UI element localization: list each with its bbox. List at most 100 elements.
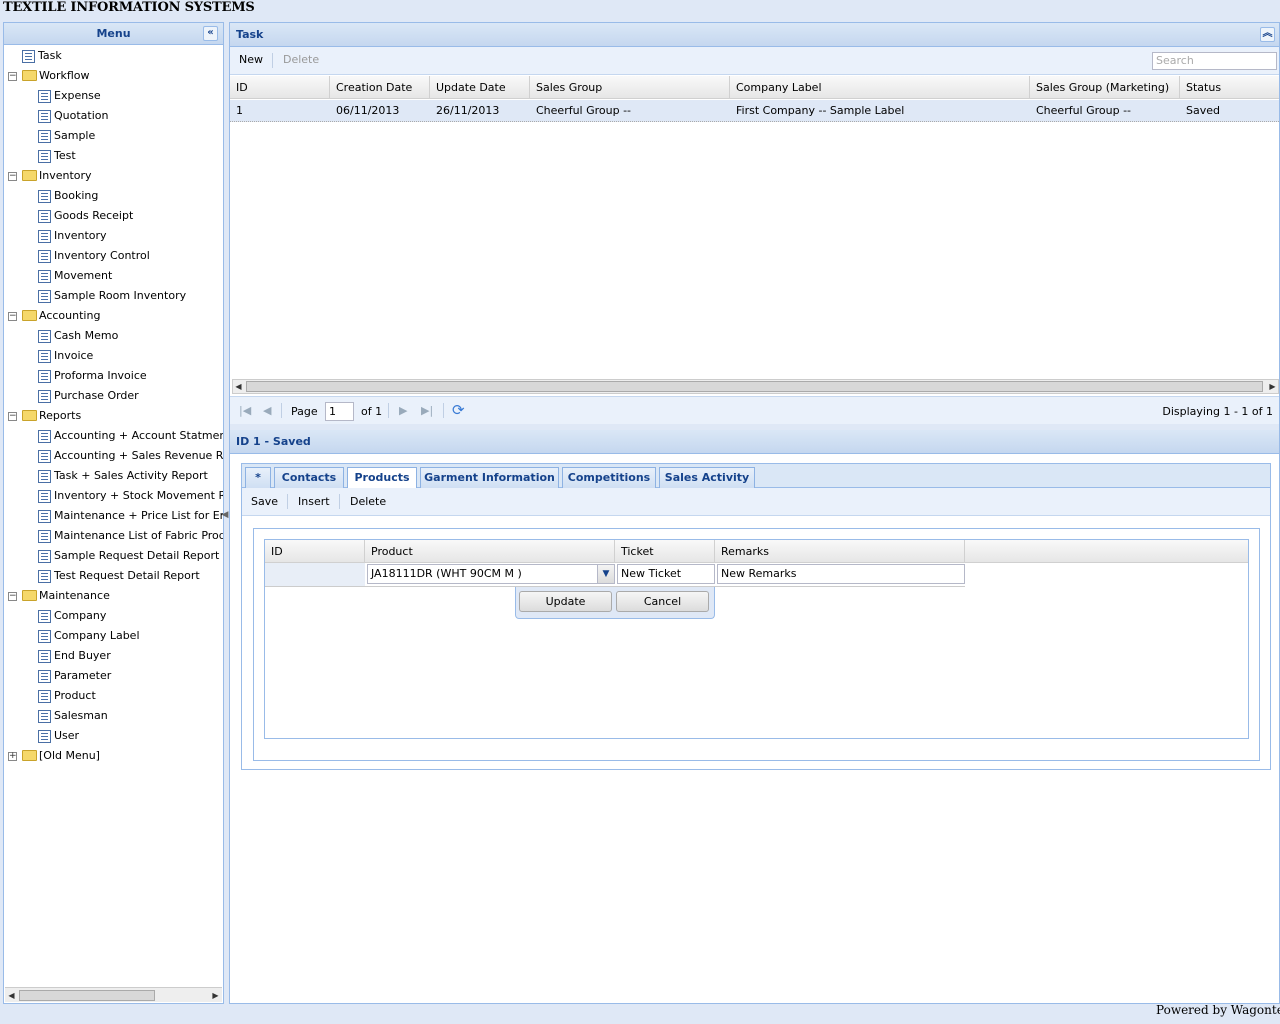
column-header-id[interactable]: ID (265, 540, 365, 563)
menu-item-accounting-sales-revenue-report[interactable]: Accounting + Sales Revenue Report (4, 446, 223, 466)
column-header-creation-date[interactable]: Creation Date (330, 76, 430, 99)
menu-item-booking[interactable]: Booking (4, 186, 223, 206)
menu-item-user[interactable]: User (4, 726, 223, 746)
ticket-field[interactable]: New Ticket (617, 564, 715, 584)
scroll-left-icon[interactable]: ◀ (233, 381, 244, 392)
cell-creation-date: 06/11/2013 (336, 104, 400, 117)
menu-item-label: Sample Request Detail Report (54, 549, 220, 562)
tab-sales-activity[interactable]: Sales Activity (659, 467, 755, 488)
column-header-company-label[interactable]: Company Label (730, 76, 1030, 99)
menu-folder-accounting[interactable]: − Accounting (4, 306, 223, 326)
menu-item-expense[interactable]: Expense (4, 86, 223, 106)
expand-icon[interactable]: + (8, 752, 17, 761)
menu-item-sample-request-detail-report[interactable]: Sample Request Detail Report (4, 546, 223, 566)
delete-button[interactable]: Delete (283, 53, 319, 66)
double-chevron-left-icon[interactable]: « (203, 26, 218, 41)
grid-horizontal-scrollbar[interactable]: ◀ ▶ (232, 379, 1279, 394)
menu-item-label: Invoice (54, 349, 94, 362)
menu-item-test[interactable]: Test (4, 146, 223, 166)
menu-item-goods-receipt[interactable]: Goods Receipt (4, 206, 223, 226)
menu-folder-old-menu[interactable]: + [Old Menu] (4, 746, 223, 766)
menu-item-sample-room-inventory[interactable]: Sample Room Inventory (4, 286, 223, 306)
menu-folder-workflow[interactable]: − Workflow (4, 66, 223, 86)
menu-item-test-request-detail-report[interactable]: Test Request Detail Report (4, 566, 223, 586)
scroll-left-icon[interactable]: ◀ (6, 990, 17, 1001)
cancel-button[interactable]: Cancel (616, 591, 709, 612)
column-header-ticket[interactable]: Ticket (615, 540, 715, 563)
menu-splitter-arrow-icon[interactable]: ◀ (221, 500, 229, 530)
task-panel-header: Task ︽ (230, 23, 1279, 47)
document-icon (38, 530, 51, 543)
tab-competitions[interactable]: Competitions (562, 467, 656, 488)
insert-button[interactable]: Insert (298, 495, 330, 508)
menu-item-quotation[interactable]: Quotation (4, 106, 223, 126)
menu-header: Menu « (4, 23, 223, 45)
column-header-product[interactable]: Product (365, 540, 615, 563)
refresh-icon[interactable]: ⟳ (452, 401, 465, 419)
column-header-status[interactable]: Status (1180, 76, 1279, 99)
collapse-icon[interactable]: − (8, 592, 17, 601)
tab-new[interactable]: * (245, 467, 271, 488)
menu-item-inventory-stock-movement-report[interactable]: Inventory + Stock Movement Report (4, 486, 223, 506)
search-input[interactable]: Search (1152, 52, 1277, 70)
menu-folder-reports[interactable]: − Reports (4, 406, 223, 426)
menu-item-maintenance-price-list-for-end-buyer[interactable]: Maintenance + Price List for End Buyer (4, 506, 223, 526)
menu-folder-inventory[interactable]: − Inventory (4, 166, 223, 186)
row-editor: JA18111DR (WHT 90CM M ) ▼ New Ticket New… (265, 563, 965, 587)
menu-item-inventory-control[interactable]: Inventory Control (4, 246, 223, 266)
page-number-input[interactable]: 1 (325, 402, 354, 421)
collapse-icon[interactable]: − (8, 72, 17, 81)
new-button[interactable]: New (239, 53, 263, 66)
tab-products[interactable]: Products (347, 467, 417, 489)
tab-strip: * Contacts Products Garment Information … (242, 464, 1270, 489)
menu-folder-maintenance[interactable]: − Maintenance (4, 586, 223, 606)
column-header-sales-group[interactable]: Sales Group (530, 76, 730, 99)
scroll-thumb[interactable] (19, 990, 155, 1001)
column-header-update-date[interactable]: Update Date (430, 76, 530, 99)
scroll-thumb[interactable] (246, 381, 1263, 392)
menu-item-sample[interactable]: Sample (4, 126, 223, 146)
tab-garment-information[interactable]: Garment Information (420, 467, 559, 488)
menu-item-task-sales-activity-report[interactable]: Task + Sales Activity Report (4, 466, 223, 486)
menu-item-company-label[interactable]: Company Label (4, 626, 223, 646)
column-header-remarks[interactable]: Remarks (715, 540, 965, 563)
document-icon (38, 190, 51, 203)
menu-item-invoice[interactable]: Invoice (4, 346, 223, 366)
collapse-icon[interactable]: − (8, 312, 17, 321)
menu-item-purchase-order[interactable]: Purchase Order (4, 386, 223, 406)
double-chevron-up-icon[interactable]: ︽ (1260, 27, 1275, 42)
menu-item-parameter[interactable]: Parameter (4, 666, 223, 686)
collapse-icon[interactable]: − (8, 412, 17, 421)
prev-page-icon[interactable]: ◀ (263, 404, 271, 417)
menu-item-accounting-account-statment[interactable]: Accounting + Account Statment (4, 426, 223, 446)
last-page-icon[interactable]: ▶| (421, 404, 433, 417)
first-page-icon[interactable]: |◀ (239, 404, 251, 417)
menu-item-maintenance-list-of-fabric-products[interactable]: Maintenance List of Fabric Products (4, 526, 223, 546)
scroll-right-icon[interactable]: ▶ (210, 990, 221, 1001)
page-label: Page (291, 405, 318, 418)
table-row[interactable]: 1 06/11/2013 26/11/2013 Cheerful Group -… (230, 100, 1279, 122)
next-page-icon[interactable]: ▶ (399, 404, 407, 417)
folder-icon (22, 170, 37, 181)
menu-item-product[interactable]: Product (4, 686, 223, 706)
menu-item-inventory[interactable]: Inventory (4, 226, 223, 246)
menu-item-company[interactable]: Company (4, 606, 223, 626)
menu-horizontal-scrollbar[interactable]: ◀ ▶ (5, 987, 222, 1002)
update-button[interactable]: Update (519, 591, 612, 612)
menu-item-proforma-invoice[interactable]: Proforma Invoice (4, 366, 223, 386)
chevron-down-icon[interactable]: ▼ (597, 565, 614, 583)
menu-item-movement[interactable]: Movement (4, 266, 223, 286)
tab-contacts[interactable]: Contacts (274, 467, 344, 488)
menu-item-end-buyer[interactable]: End Buyer (4, 646, 223, 666)
scroll-right-icon[interactable]: ▶ (1267, 381, 1278, 392)
menu-item-task[interactable]: Task (4, 46, 223, 66)
collapse-icon[interactable]: − (8, 172, 17, 181)
product-combobox[interactable]: JA18111DR (WHT 90CM M ) ▼ (367, 564, 615, 584)
menu-item-cash-memo[interactable]: Cash Memo (4, 326, 223, 346)
remarks-field[interactable]: New Remarks (717, 564, 965, 584)
menu-item-salesman[interactable]: Salesman (4, 706, 223, 726)
column-header-id[interactable]: ID (230, 76, 330, 99)
save-button[interactable]: Save (251, 495, 278, 508)
delete-product-button[interactable]: Delete (350, 495, 386, 508)
column-header-sales-group-marketing[interactable]: Sales Group (Marketing) (1030, 76, 1180, 99)
